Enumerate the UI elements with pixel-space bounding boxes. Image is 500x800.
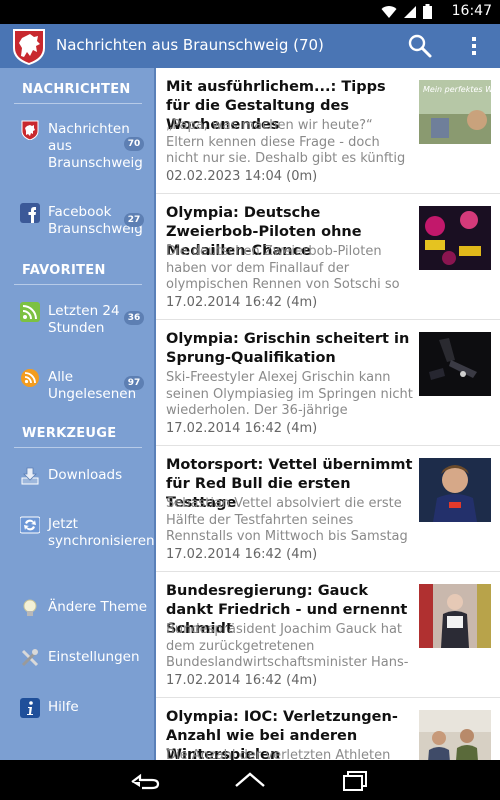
home-icon[interactable] [230, 768, 270, 792]
article-item[interactable]: Bundesregierung: Gauck dankt Friedrich -… [156, 572, 500, 698]
drawer-item-label: Ändere Theme [48, 599, 148, 615]
section-divider [14, 284, 142, 285]
battery-icon [423, 4, 432, 19]
article-date: 02.02.2023 14:04 (0m) [166, 169, 318, 184]
article-teaser: Sebastian Vettel absolviert die erste Hä… [166, 496, 408, 544]
braunschweig-lion-icon [21, 120, 39, 140]
drawer-item-label: Einstellungen [48, 649, 140, 665]
sync-icon [20, 516, 40, 534]
drawer-item-downloads[interactable]: Downloads [14, 466, 148, 488]
info-icon [20, 698, 40, 718]
drawer-item-letzten-24-stunden[interactable]: Letzten 24 Stunden 36 [14, 302, 148, 338]
drawer-item-hilfe[interactable]: Hilfe [14, 698, 148, 720]
article-item[interactable]: Motorsport: Vettel übernimmt für Red Bul… [156, 446, 500, 572]
app-title: Nachrichten aus Braunschweig (70) [56, 36, 324, 54]
drawer-item-alle-ungelesenen[interactable]: Alle Ungelesenen 97 [14, 368, 148, 404]
article-item[interactable]: Olympia: Deutsche Zweierbob-Piloten ohne… [156, 194, 500, 320]
system-nav-bar [0, 760, 500, 800]
navigation-drawer: NACHRICHTEN Nachrichten aus Braunschweig… [0, 68, 156, 760]
settings-tools-icon [21, 649, 39, 667]
overflow-menu-icon[interactable] [460, 32, 488, 60]
article-thumbnail [419, 332, 491, 396]
article-thumbnail: Mein perfektes Wochenende [419, 80, 491, 144]
drawer-item-jetzt-synchronisieren[interactable]: Jetzt synchronisieren [14, 515, 155, 567]
article-title: Olympia: Grischin scheitert in Sprung-Qu… [166, 331, 410, 366]
status-bar: 16:47 [0, 0, 500, 24]
download-icon [21, 467, 39, 485]
section-heading-nachrichten: NACHRICHTEN [22, 82, 131, 97]
article-list: Mit ausführlichem...: Tipps für die Gest… [156, 68, 500, 760]
article-teaser: „Papa, was machen wir heute?“ Eltern ken… [166, 118, 406, 168]
article-thumbnail [419, 584, 491, 648]
article-date: 17.02.2014 16:42 (4m) [166, 295, 318, 310]
section-divider [14, 103, 142, 104]
drawer-item-einstellungen[interactable]: Einstellungen [14, 648, 148, 670]
wifi-icon [381, 5, 397, 18]
braunschweig-lion-logo[interactable] [10, 26, 48, 66]
drawer-item-facebook-braunschweig[interactable]: Facebook Braunschweig 27 [14, 203, 148, 239]
article-item[interactable]: Mit ausführlichem...: Tipps für die Gest… [156, 68, 500, 194]
drawer-item-nachrichten-aus-braunschweig[interactable]: Nachrichten aus Braunschweig 70 [14, 120, 148, 172]
article-thumbnail [419, 206, 491, 270]
clock: 16:47 [451, 3, 492, 19]
back-icon[interactable] [124, 768, 164, 792]
article-teaser: Die deutschen Zweierbob-Piloten haben vo… [166, 244, 400, 292]
drawer-item-label: Hilfe [48, 699, 79, 715]
search-icon[interactable] [406, 32, 434, 60]
article-thumbnail [419, 458, 491, 522]
drawer-item-label: Downloads [48, 467, 123, 483]
article-thumbnail [419, 710, 491, 760]
rss-orange-icon [21, 369, 39, 387]
lightbulb-icon [23, 599, 37, 616]
drawer-item-label: Jetzt synchronisieren [48, 516, 155, 549]
article-date: 17.02.2014 16:42 (4m) [166, 673, 318, 688]
unread-count-badge: 27 [124, 213, 144, 227]
section-heading-favoriten: FAVORITEN [22, 263, 106, 278]
signal-icon [404, 5, 416, 18]
facebook-icon [20, 203, 40, 223]
unread-count-badge: 70 [124, 137, 144, 151]
thumbnail-caption: Mein perfektes Wochenende [423, 85, 491, 94]
article-item[interactable]: Olympia: Grischin scheitert in Sprung-Qu… [156, 320, 500, 446]
article-date: 17.02.2014 16:42 (4m) [166, 421, 318, 436]
rss-icon [20, 302, 40, 322]
article-item[interactable]: Olympia: IOC: Verletzungen-Anzahl wie be… [156, 698, 500, 760]
action-bar: Nachrichten aus Braunschweig (70) [0, 24, 500, 68]
article-teaser: Bundespräsident Joachim Gauck hat dem zu… [166, 622, 409, 670]
article-teaser: Ski-Freestyler Alexej Grischin kann sein… [166, 370, 413, 420]
unread-count-badge: 36 [124, 311, 144, 325]
unread-count-badge: 97 [124, 376, 144, 390]
section-heading-werkzeuge: WERKZEUGE [22, 426, 117, 441]
drawer-item-aendere-theme[interactable]: Ändere Theme [14, 598, 148, 620]
article-teaser: Die Anzahl der verletzten Athleten bei [166, 748, 391, 760]
article-date: 17.02.2014 16:42 (4m) [166, 547, 318, 562]
recent-apps-icon[interactable] [336, 768, 376, 792]
section-divider [14, 447, 142, 448]
